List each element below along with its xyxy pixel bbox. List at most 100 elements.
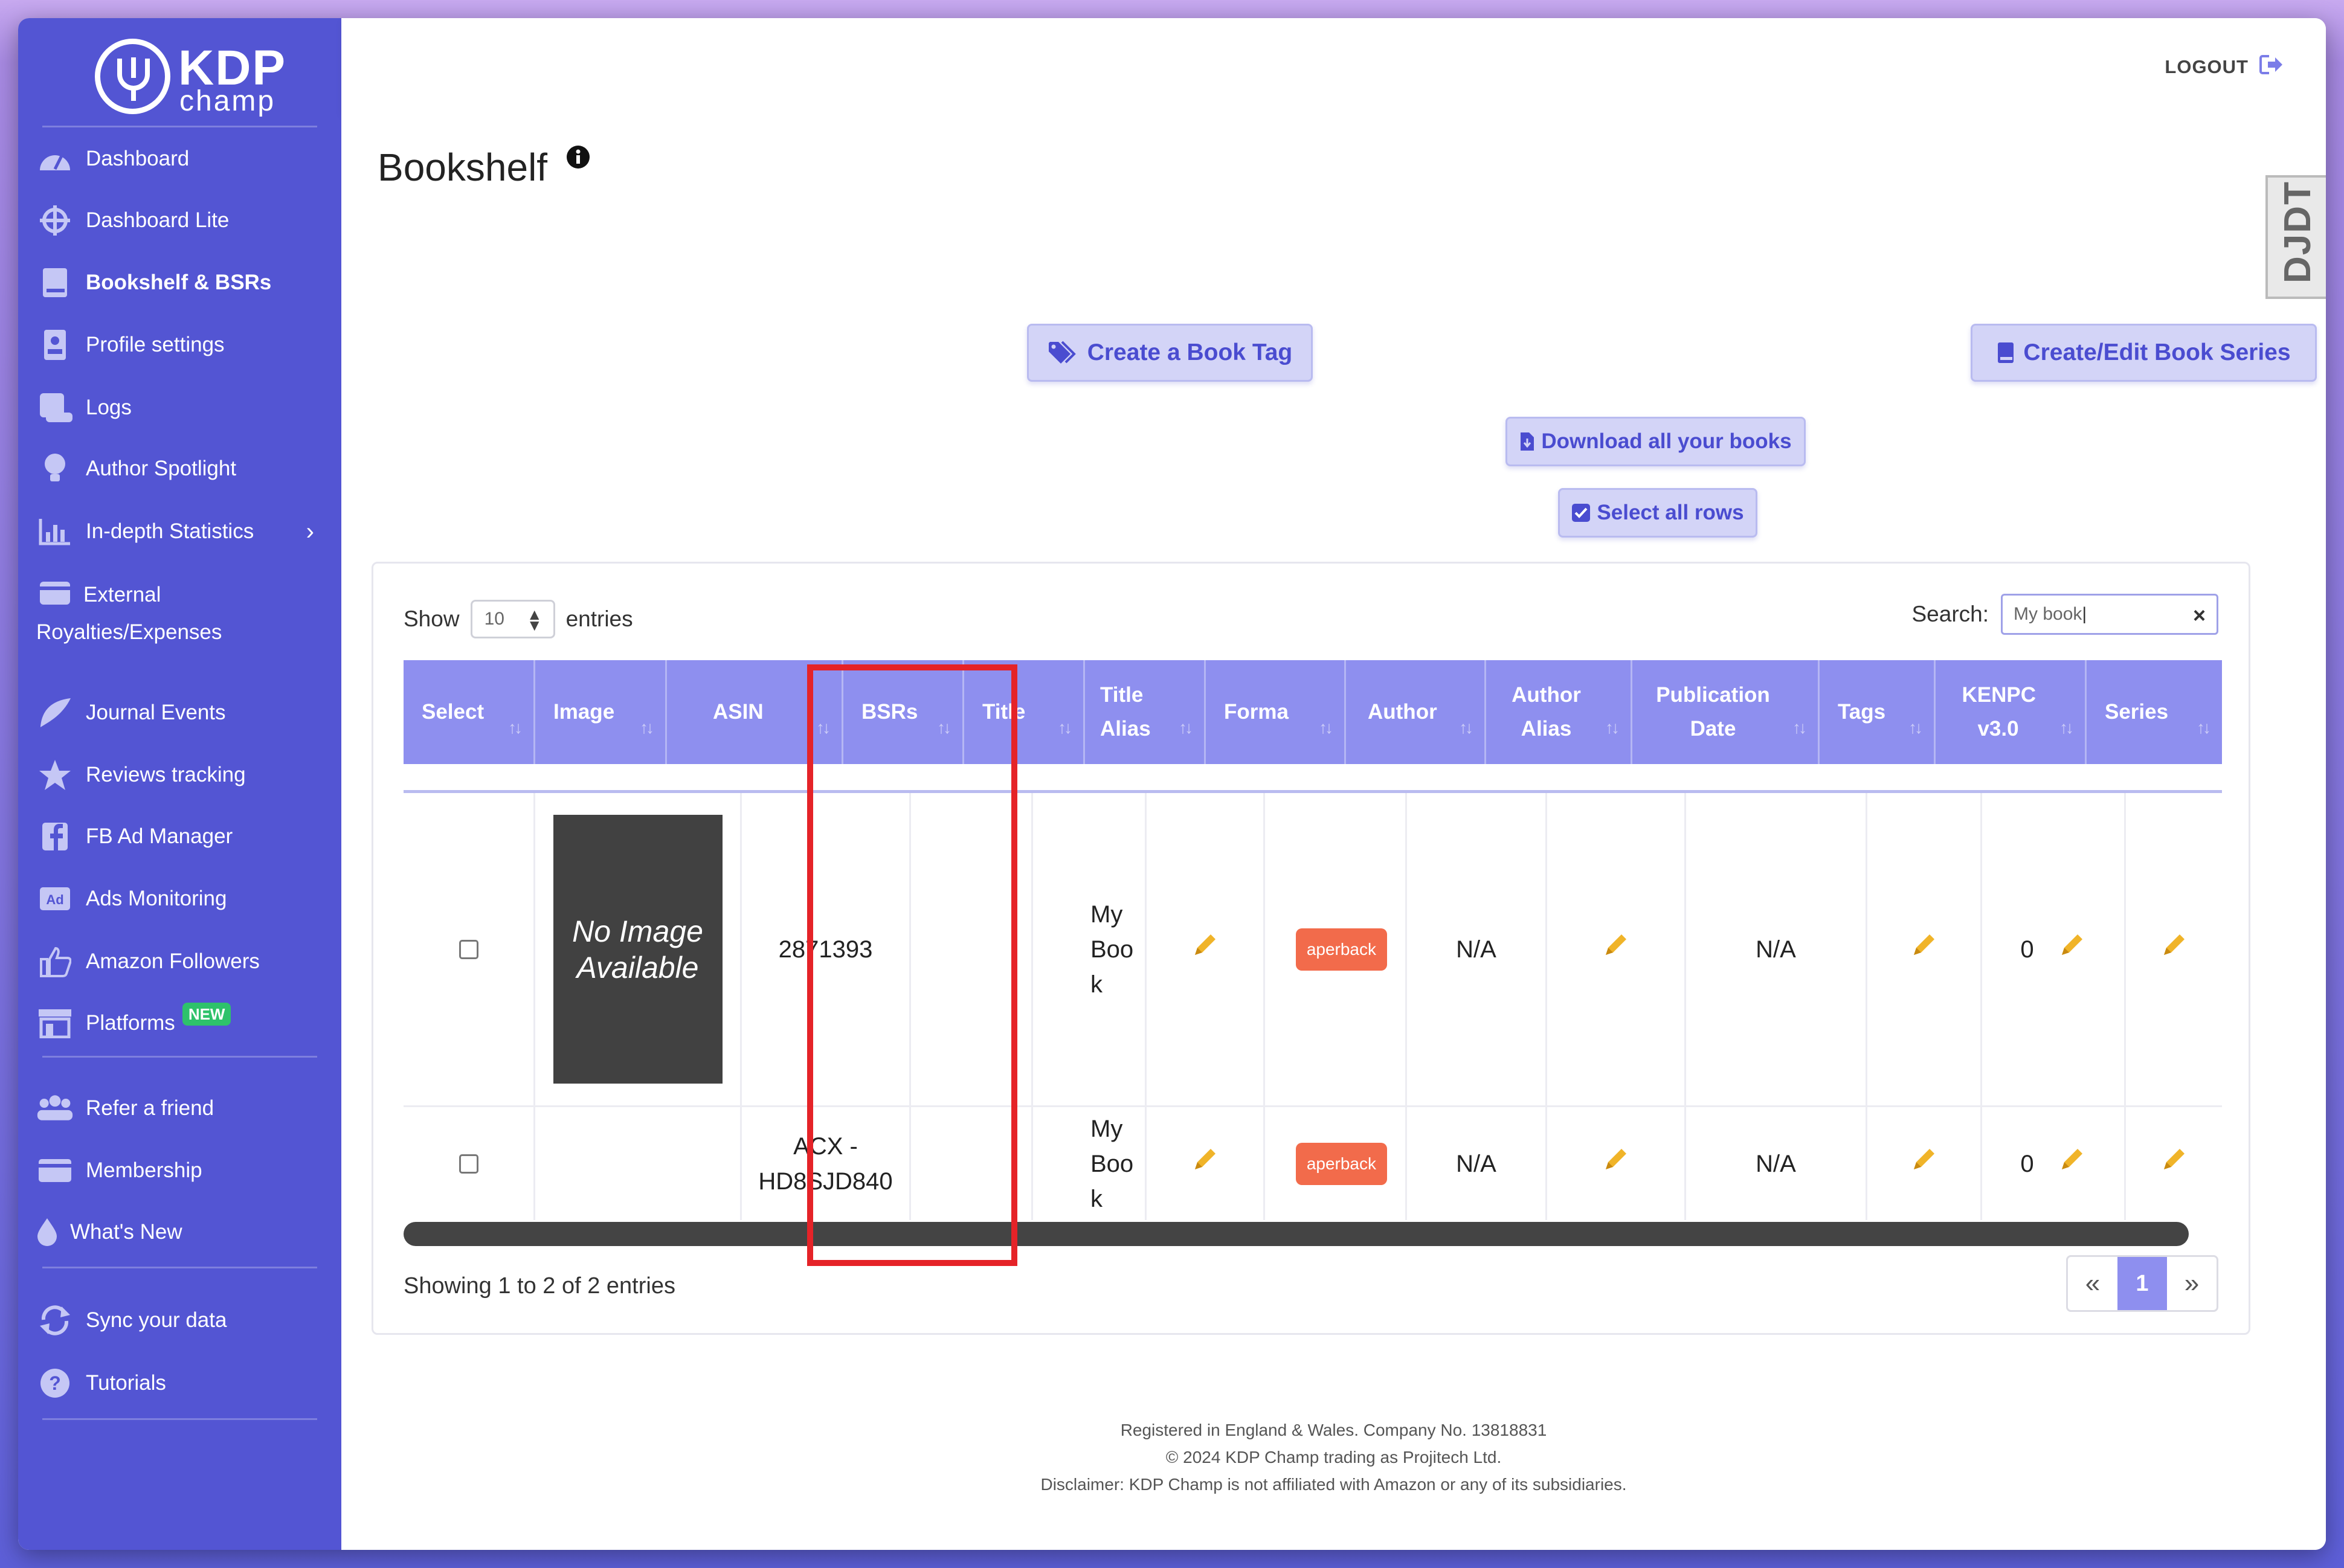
title-cell: My Book xyxy=(1033,1107,1147,1220)
kenpc-cell: 0 xyxy=(1982,1107,2126,1220)
sidebar-item-in-depth-statistics[interactable]: In-depth Statistics › xyxy=(36,515,326,548)
column-header-publication-date[interactable]: Publication Date ↑↓ xyxy=(1632,660,1820,764)
edit-pencil-icon[interactable] xyxy=(1910,1145,1938,1183)
sidebar-item-label: Dashboard xyxy=(86,147,190,170)
column-header-tags[interactable]: Tags ↑↓ xyxy=(1820,660,1936,764)
sidebar-item-label: Membership xyxy=(86,1158,202,1182)
author-alias-cell xyxy=(1547,1107,1686,1220)
search-label: Search: xyxy=(1911,602,1989,626)
search-input[interactable]: My book | × xyxy=(2001,594,2218,635)
table-row: ACX - HD8SJD840 My Book aperback N/A N/A… xyxy=(404,1105,2222,1220)
sidebar-item-label: Bookshelf & BSRs xyxy=(86,271,272,294)
row-checkbox[interactable] xyxy=(459,939,478,959)
edit-pencil-icon[interactable] xyxy=(1191,1145,1219,1183)
footer-disclaimer: Disclaimer: KDP Champ is not affiliated … xyxy=(1040,1475,1627,1494)
djdt-toolbar-tab[interactable]: DJDT xyxy=(2265,175,2326,299)
edit-pencil-icon[interactable] xyxy=(1602,931,1630,968)
row-checkbox[interactable] xyxy=(459,1154,478,1174)
sidebar-item-label: Sync your data xyxy=(86,1308,227,1332)
sidebar-item-reviews-tracking[interactable]: Reviews tracking xyxy=(36,758,326,792)
search-control: Search: My book | × xyxy=(1911,594,2218,635)
sidebar-item-label: Tutorials xyxy=(86,1371,166,1395)
sidebar-item-label: Author Spotlight xyxy=(86,457,237,480)
sidebar-item-tutorials[interactable]: ? Tutorials xyxy=(36,1366,326,1400)
sidebar-item-sync-your-data[interactable]: Sync your data xyxy=(36,1303,326,1337)
edit-pencil-icon[interactable] xyxy=(2160,1145,2188,1183)
sidebar-divider xyxy=(42,1418,317,1420)
crosshair-icon xyxy=(36,204,74,237)
sidebar-item-author-spotlight[interactable]: Author Spotlight xyxy=(36,452,326,486)
select-cell xyxy=(404,793,535,1105)
sidebar-item-label: What's New xyxy=(70,1220,182,1244)
footer-copyright: © 2024 KDP Champ trading as Projitech Lt… xyxy=(1165,1448,1502,1467)
column-header-series[interactable]: Series ↑↓ xyxy=(2087,660,2222,764)
edit-pencil-icon[interactable] xyxy=(2058,931,2086,968)
next-page-button[interactable]: » xyxy=(2167,1257,2217,1310)
chevron-right-icon[interactable]: › xyxy=(306,518,314,545)
sidebar-item-label: In-depth Statistics xyxy=(86,519,254,543)
column-header-format[interactable]: Forma ↑↓ xyxy=(1206,660,1346,764)
edit-pencil-icon[interactable] xyxy=(1602,1145,1630,1183)
column-header-title-alias[interactable]: Title Alias ↑↓ xyxy=(1085,660,1206,764)
sidebar-item-fb-ad-manager[interactable]: FB Ad Manager xyxy=(36,820,326,853)
book-icon xyxy=(36,266,74,300)
sidebar-item-platforms[interactable]: Platforms NEW xyxy=(36,1003,326,1040)
sidebar-item-label: FB Ad Manager xyxy=(86,824,233,848)
sidebar-item-external-royalties[interactable]: External Royalties/Expenses xyxy=(36,576,296,651)
entries-per-page-select[interactable]: 10 ▲ ▼ xyxy=(470,600,555,638)
create-book-tag-button[interactable]: Create a Book Tag xyxy=(1027,324,1313,382)
check-square-icon xyxy=(1571,503,1591,522)
logo-word-champ: champ xyxy=(179,85,276,117)
page-1-button[interactable]: 1 xyxy=(2117,1257,2167,1310)
sidebar-item-ads-monitoring[interactable]: Ad Ads Monitoring xyxy=(36,882,326,916)
droplet-icon xyxy=(36,1215,58,1249)
sidebar-item-label: Logs xyxy=(86,396,132,419)
sidebar-item-membership[interactable]: Membership xyxy=(36,1154,326,1187)
svg-text:?: ? xyxy=(49,1372,61,1394)
sidebar: KDP champ Dashboard Dashboard Lite Books… xyxy=(18,18,341,1550)
sidebar-item-journal-events[interactable]: Journal Events xyxy=(36,696,326,730)
sidebar-item-amazon-followers[interactable]: Amazon Followers xyxy=(36,945,326,978)
image-cell: No Image Available xyxy=(535,793,742,1105)
title-cell: My Book xyxy=(1033,793,1147,1105)
lightbulb-icon xyxy=(36,452,74,486)
download-all-books-button[interactable]: Download all your books xyxy=(1505,417,1806,466)
sidebar-item-logs[interactable]: Logs xyxy=(36,391,326,425)
app-window: KDP champ Dashboard Dashboard Lite Books… xyxy=(18,18,2326,1550)
previous-page-button[interactable]: « xyxy=(2068,1257,2117,1310)
kdp-champ-logo[interactable]: KDP champ xyxy=(76,27,293,123)
logout-link[interactable]: LOGOUT xyxy=(2165,54,2284,80)
column-header-image[interactable]: Image ↑↓ xyxy=(535,660,667,764)
select-all-rows-label: Select all rows xyxy=(1597,501,1744,524)
create-edit-book-series-button[interactable]: Create/Edit Book Series xyxy=(1971,324,2317,382)
sidebar-item-dashboard-lite[interactable]: Dashboard Lite xyxy=(36,204,326,237)
sidebar-item-refer-a-friend[interactable]: Refer a friend xyxy=(36,1091,326,1125)
sidebar-item-profile-settings[interactable]: Profile settings xyxy=(36,328,326,362)
sidebar-item-whats-new[interactable]: What's New xyxy=(36,1215,326,1249)
scroll-icon xyxy=(36,391,74,425)
feather-icon xyxy=(36,696,74,730)
clear-search-icon[interactable]: × xyxy=(2193,603,2206,628)
select-all-rows-button[interactable]: Select all rows xyxy=(1558,488,1757,538)
sidebar-item-dashboard[interactable]: Dashboard xyxy=(36,142,326,176)
info-icon[interactable] xyxy=(566,145,590,172)
edit-pencil-icon[interactable] xyxy=(1910,931,1938,968)
column-header-author-alias[interactable]: Author Alias ↑↓ xyxy=(1486,660,1632,764)
entries-label: entries xyxy=(565,606,633,631)
author-cell: N/A xyxy=(1407,793,1547,1105)
publication-date-cell: N/A xyxy=(1686,793,1867,1105)
sidebar-item-label: Amazon Followers xyxy=(86,949,260,973)
sidebar-item-label: Reviews tracking xyxy=(86,763,246,786)
column-header-kenpc[interactable]: KENPC v3.0 ↑↓ xyxy=(1936,660,2087,764)
format-cell: aperback xyxy=(1265,793,1407,1105)
column-header-author[interactable]: Author ↑↓ xyxy=(1346,660,1486,764)
edit-pencil-icon[interactable] xyxy=(2058,1145,2086,1183)
column-header-select[interactable]: Select ↑↓ xyxy=(404,660,535,764)
create-book-tag-label: Create a Book Tag xyxy=(1087,339,1293,365)
edit-pencil-icon[interactable] xyxy=(2160,931,2188,968)
books-table-panel: Show 10 ▲ ▼ entries Search: My book | × Se… xyxy=(372,562,2250,1335)
format-badge: aperback xyxy=(1295,1142,1387,1185)
horizontal-scrollbar[interactable] xyxy=(404,1222,2189,1246)
sidebar-item-bookshelf[interactable]: Bookshelf & BSRs xyxy=(36,266,326,300)
edit-pencil-icon[interactable] xyxy=(1191,931,1219,968)
